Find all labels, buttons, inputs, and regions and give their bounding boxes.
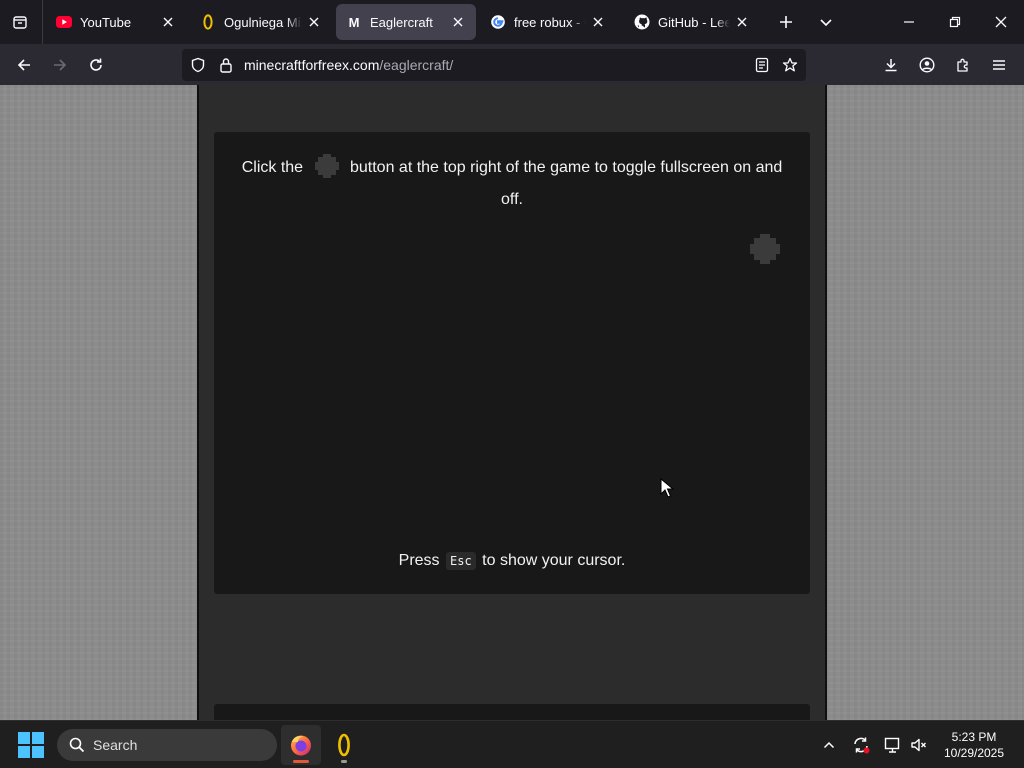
close-window-button[interactable]: [978, 0, 1024, 44]
fullscreen-toggle-button[interactable]: [748, 232, 782, 266]
tab-close-icon[interactable]: [734, 14, 750, 30]
minimize-icon: [904, 21, 914, 23]
account-icon: [919, 57, 935, 73]
reload-button[interactable]: [81, 50, 111, 80]
back-arrow-icon: [17, 59, 30, 71]
github-icon: [634, 14, 650, 30]
taskbar-firefox[interactable]: [281, 725, 321, 765]
game-container[interactable]: Click the button at the top right of the…: [214, 132, 810, 594]
hamburger-menu-icon: [993, 60, 1005, 70]
m-letter-icon: M: [348, 14, 360, 30]
after-esc-text: to show your cursor.: [482, 552, 626, 569]
show-hidden-icons-button[interactable]: [817, 733, 841, 757]
lock-icon[interactable]: [218, 57, 234, 73]
close-icon: [995, 16, 1007, 28]
url-host: minecraftforfreex.com: [244, 57, 380, 73]
zero-app-running-indicator: [341, 760, 347, 763]
address-bar[interactable]: minecraftforfreex.com/eaglercraft/: [182, 49, 806, 81]
site-column: Click the button at the top right of the…: [197, 85, 827, 720]
press-esc-hint: Press Esc to show your cursor.: [214, 552, 810, 570]
tab-strip: YouTube Ogulniega Minecraft M Eaglercraf…: [0, 0, 1024, 44]
plus-icon: [780, 16, 792, 28]
tab-eaglercraft[interactable]: M Eaglercraft: [336, 4, 476, 40]
tracking-protection-shield-icon[interactable]: [190, 57, 206, 73]
esc-key: Esc: [446, 552, 476, 570]
navigation-toolbar: minecraftforfreex.com/eaglercraft/: [0, 44, 1024, 85]
minimize-button[interactable]: [886, 0, 932, 44]
youtube-icon: [56, 14, 72, 30]
google-icon: [490, 14, 506, 30]
tab-close-icon[interactable]: [306, 14, 322, 30]
app-menu-button[interactable]: [984, 50, 1014, 80]
firefox-icon: [291, 735, 311, 756]
sync-icon: [854, 737, 870, 754]
search-label: Search: [93, 737, 138, 753]
chevron-up-icon: [823, 741, 835, 749]
tab-github[interactable]: GitHub - Leeon1: [624, 4, 760, 40]
tab-title: GitHub - Leeon1: [658, 14, 730, 30]
url-text[interactable]: minecraftforfreex.com/eaglercraft/: [244, 57, 453, 73]
puzzle-piece-icon: [957, 58, 968, 72]
taskbar-clock[interactable]: 5:23 PM 10/29/2025: [934, 729, 1014, 761]
taskbar-zero-app[interactable]: [324, 725, 364, 765]
speaker-muted-icon: [911, 738, 926, 752]
hint-text-before: Click the: [241, 159, 304, 176]
zero-logo-icon: [338, 733, 350, 757]
forward-arrow-icon: [54, 59, 67, 71]
secondary-card: [214, 704, 810, 720]
tab-close-icon[interactable]: [160, 14, 176, 30]
restore-icon: [949, 16, 961, 28]
tab-title: free robux - Google Search: [514, 14, 586, 30]
account-button[interactable]: [912, 50, 942, 80]
search-icon: [69, 737, 85, 753]
sync-tray-button[interactable]: [849, 733, 873, 757]
tab-google-search[interactable]: free robux - Google Search: [480, 4, 616, 40]
tab-divider: [42, 0, 43, 44]
download-icon: [885, 59, 897, 72]
clock-time: 5:23 PM: [951, 730, 997, 744]
extensions-button[interactable]: [948, 50, 978, 80]
forward-button[interactable]: [45, 50, 75, 80]
restore-button[interactable]: [932, 0, 978, 44]
taskbar-search[interactable]: Search: [57, 729, 277, 761]
firefox-view-button[interactable]: [6, 8, 34, 36]
tab-close-icon[interactable]: [450, 14, 466, 30]
url-path: /eaglercraft/: [379, 57, 454, 73]
reload-icon: [90, 58, 102, 71]
tab-close-icon[interactable]: [590, 14, 606, 30]
network-tray-button[interactable]: [881, 733, 905, 757]
network-icon: [884, 737, 900, 753]
firefox-view-icon: [13, 16, 27, 29]
tab-youtube[interactable]: YouTube: [46, 4, 186, 40]
press-text: Press: [398, 552, 440, 569]
taskbar: Search 5:23 PM 10/29/2025: [0, 720, 1024, 768]
downloads-button[interactable]: [876, 50, 906, 80]
list-all-tabs-button[interactable]: [812, 8, 840, 36]
tab-title: YouTube: [80, 14, 132, 30]
mouse-cursor-icon: [660, 478, 674, 498]
windows-start-button[interactable]: [18, 732, 44, 758]
back-button[interactable]: [9, 50, 39, 80]
tab-title: Ogulniega Minecraft: [224, 14, 302, 30]
fullscreen-hint: Click the button at the top right of the…: [238, 152, 786, 216]
new-tab-button[interactable]: [772, 8, 800, 36]
tab-ogulniega-minecraft[interactable]: Ogulniega Minecraft: [190, 4, 332, 40]
hint-text-after: button at the top right of the game to t…: [349, 159, 783, 208]
firefox-running-indicator: [293, 760, 309, 763]
clock-date: 10/29/2025: [943, 746, 1005, 760]
reader-view-icon[interactable]: [754, 57, 770, 73]
fullscreen-gear-icon: [314, 153, 339, 178]
zero-logo-icon: [200, 14, 216, 30]
tab-title: Eaglercraft: [370, 14, 433, 30]
volume-tray-button[interactable]: [907, 733, 931, 757]
page-viewport: Click the button at the top right of the…: [0, 85, 1024, 720]
bookmark-star-icon[interactable]: [782, 57, 798, 73]
chevron-down-icon: [820, 19, 832, 27]
